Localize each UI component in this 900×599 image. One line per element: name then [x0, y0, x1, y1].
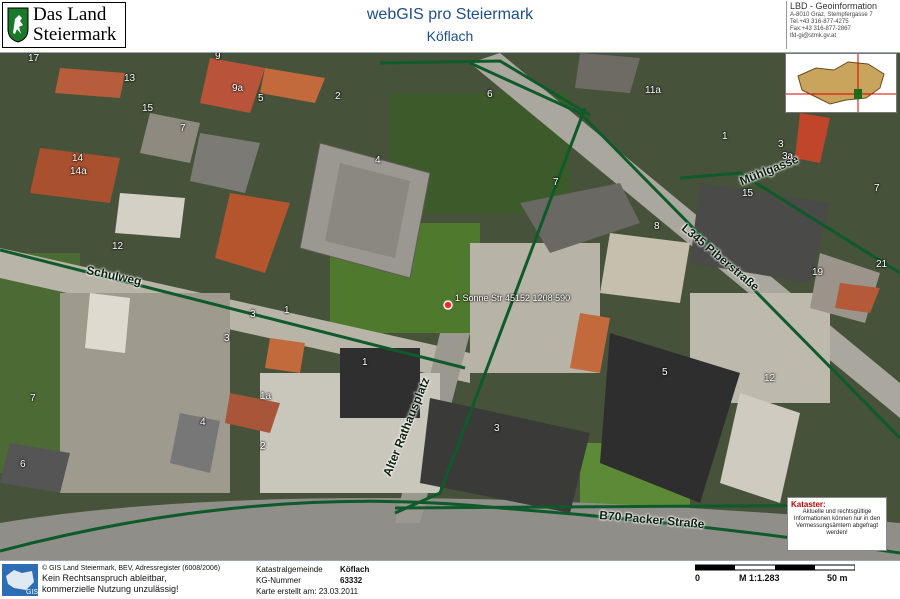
aerial-image — [0, 53, 900, 560]
header: Das Land Steiermark webGIS pro Steiermar… — [0, 0, 900, 53]
house-number: 3a — [782, 151, 794, 162]
agency-email: lfd-gi@stmk.gv.at — [790, 33, 836, 39]
overview-map[interactable] — [785, 53, 897, 113]
scale-bar: 0 M 1:1.283 50 m — [695, 564, 855, 594]
house-number: 3 — [224, 333, 230, 344]
house-number: 1a — [260, 391, 272, 402]
house-number: 7 — [874, 183, 880, 194]
house-number: 7 — [180, 123, 186, 134]
footer: GIS © GIS Land Steiermark, BEV, Adressre… — [0, 560, 900, 599]
logo-text-line1: Das Land — [33, 4, 107, 25]
kataster-heading: Kataster: — [791, 500, 826, 509]
agency-phone: Tel.+43 316-877-4275 — [790, 19, 849, 25]
house-number: 5 — [258, 93, 264, 104]
kataster-notice: Kataster: Aktuelle und rechtsgültige Inf… — [787, 497, 887, 551]
cadastral-info: Katastralgemeinde Köflach KG-Nummer 6333… — [256, 564, 369, 597]
agency-name: LBD - Geoinformation — [790, 1, 878, 11]
house-number: 7 — [30, 393, 36, 404]
house-number: 3 — [250, 309, 256, 320]
location-marker[interactable] — [443, 300, 453, 310]
house-number: 2 — [335, 91, 341, 102]
house-number: 1 — [284, 305, 290, 316]
kgnr-value: 63332 — [340, 576, 363, 585]
svg-text:GIS: GIS — [26, 589, 38, 596]
house-number: 21 — [876, 259, 888, 270]
kg-label: Katastralgemeinde — [256, 565, 323, 574]
house-number: 6 — [20, 459, 26, 470]
map-date: Karte erstellt am: 23.03.2011 — [256, 587, 359, 596]
aerial-map[interactable]: Mühlgasse L345 Piberstraße Schulweg Alte… — [0, 53, 900, 560]
house-number: 1 — [722, 131, 728, 142]
copyright-text: © GIS Land Steiermark, BEV, Adressregist… — [42, 565, 221, 572]
house-number: 11a — [645, 85, 661, 96]
house-number: 15 — [742, 188, 754, 199]
house-number: 14 — [72, 153, 84, 164]
house-number: 12 — [112, 241, 124, 252]
kg-value: Köflach — [340, 565, 370, 574]
house-number: 14a — [70, 166, 87, 177]
house-number: 3 — [494, 423, 500, 434]
house-number: 15 — [142, 103, 154, 114]
house-number: 9 — [215, 53, 221, 62]
steiermark-logo: Das Land Steiermark — [2, 2, 126, 48]
house-number: 12 — [764, 373, 776, 384]
agency-address-line: A-8010 Graz, Stempfergasse 7 — [790, 12, 873, 18]
gis-logo-icon: GIS — [2, 564, 38, 596]
house-number: 5 — [662, 367, 668, 378]
disclaimer-line2: kommerzielle Nutzung unzulässig! — [42, 584, 179, 594]
agency-info: LBD - Geoinformation A-8010 Graz, Stempf… — [786, 1, 898, 49]
house-number: 8 — [654, 221, 660, 232]
copyright-block: © GIS Land Steiermark, BEV, Adressregist… — [42, 564, 220, 595]
house-number: 19 — [812, 267, 824, 278]
house-number: 3 — [778, 139, 784, 150]
house-number: 4 — [375, 155, 381, 166]
house-number: 17 — [28, 53, 40, 64]
scale-ratio: M 1:1.283 — [739, 573, 780, 583]
page-title: webGIS pro Steiermark — [366, 6, 534, 23]
house-number: 9a — [232, 83, 244, 94]
house-number: 13 — [124, 73, 136, 84]
disclaimer-line1: Kein Rechtsanspruch ableitbar, — [42, 573, 167, 583]
house-number: 6 — [487, 89, 493, 100]
panther-crest-icon — [7, 7, 29, 43]
house-number: 7 — [553, 177, 559, 188]
house-number: 2 — [260, 441, 266, 452]
scale-end: 50 m — [827, 573, 848, 583]
marker-label: 1 Sonne Str 45152 1208 590 — [455, 293, 571, 303]
kgnr-label: KG-Nummer — [256, 576, 301, 585]
kataster-text: Aktuelle und rechtsgültige Informationen… — [793, 509, 881, 536]
styria-outline — [786, 54, 896, 112]
scale-start: 0 — [695, 573, 701, 583]
agency-fax: Fax:+43 316-877-2867 — [790, 26, 851, 32]
house-number: 4 — [200, 417, 206, 428]
logo-text-line2: Steiermark — [33, 24, 117, 45]
house-number: 1 — [362, 357, 368, 368]
page-subtitle: Köflach — [426, 28, 474, 44]
